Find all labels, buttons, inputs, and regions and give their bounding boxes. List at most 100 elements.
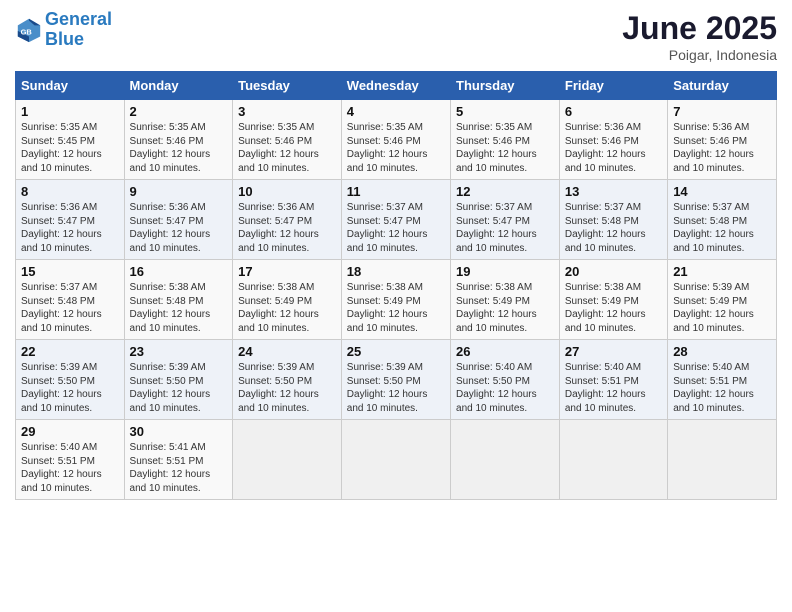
weekday-header-monday: Monday <box>124 72 233 100</box>
calendar-cell: 26 Sunrise: 5:40 AM Sunset: 5:50 PM Dayli… <box>451 340 560 420</box>
month-title: June 2025 <box>622 10 777 47</box>
day-number: 17 <box>238 264 336 279</box>
calendar-week-5: 29 Sunrise: 5:40 AM Sunset: 5:51 PM Dayli… <box>16 420 777 500</box>
calendar-cell: 21 Sunrise: 5:39 AM Sunset: 5:49 PM Dayli… <box>668 260 777 340</box>
day-info: Sunrise: 5:36 AM Sunset: 5:47 PM Dayligh… <box>238 201 336 255</box>
day-info: Sunrise: 5:36 AM Sunset: 5:46 PM Dayligh… <box>565 121 662 175</box>
calendar-cell <box>668 420 777 500</box>
day-number: 16 <box>130 264 228 279</box>
logo: GB General Blue <box>15 10 112 50</box>
day-info: Sunrise: 5:35 AM Sunset: 5:46 PM Dayligh… <box>347 121 445 175</box>
calendar-cell <box>451 420 560 500</box>
calendar-cell: 5 Sunrise: 5:35 AM Sunset: 5:46 PM Daylig… <box>451 100 560 180</box>
day-number: 19 <box>456 264 554 279</box>
logo-text: General Blue <box>45 10 112 50</box>
page-container: GB General Blue June 2025 Poigar, Indone… <box>0 0 792 510</box>
calendar-week-3: 15 Sunrise: 5:37 AM Sunset: 5:48 PM Dayli… <box>16 260 777 340</box>
calendar-cell: 19 Sunrise: 5:38 AM Sunset: 5:49 PM Dayli… <box>451 260 560 340</box>
day-number: 21 <box>673 264 771 279</box>
day-info: Sunrise: 5:35 AM Sunset: 5:46 PM Dayligh… <box>456 121 554 175</box>
calendar-cell: 28Sunrise: 5:40 AM Sunset: 5:51 PM Dayli… <box>668 340 777 420</box>
day-info: Sunrise: 5:39 AM Sunset: 5:50 PM Dayligh… <box>347 361 445 415</box>
day-info: Sunrise: 5:38 AM Sunset: 5:48 PM Dayligh… <box>130 281 228 335</box>
day-number: 30 <box>130 424 228 439</box>
day-info: Sunrise: 5:38 AM Sunset: 5:49 PM Dayligh… <box>565 281 662 335</box>
calendar-cell: 30 Sunrise: 5:41 AM Sunset: 5:51 PM Dayli… <box>124 420 233 500</box>
day-number: 5 <box>456 104 554 119</box>
day-info: Sunrise: 5:41 AM Sunset: 5:51 PM Dayligh… <box>130 441 228 495</box>
calendar-cell: 15 Sunrise: 5:37 AM Sunset: 5:48 PM Dayli… <box>16 260 125 340</box>
calendar-cell: 24Sunrise: 5:39 AM Sunset: 5:50 PM Dayli… <box>233 340 342 420</box>
calendar-cell: 23Sunrise: 5:39 AM Sunset: 5:50 PM Dayli… <box>124 340 233 420</box>
day-info: Sunrise: 5:37 AM Sunset: 5:47 PM Dayligh… <box>456 201 554 255</box>
calendar-cell: 4 Sunrise: 5:35 AM Sunset: 5:46 PM Daylig… <box>341 100 450 180</box>
day-number: 12 <box>456 184 554 199</box>
calendar-cell: 3Sunrise: 5:35 AM Sunset: 5:46 PM Daylig… <box>233 100 342 180</box>
day-info: Sunrise: 5:38 AM Sunset: 5:49 PM Dayligh… <box>238 281 336 335</box>
day-info: Sunrise: 5:39 AM Sunset: 5:50 PM Dayligh… <box>21 361 119 415</box>
calendar-cell: 18Sunrise: 5:38 AM Sunset: 5:49 PM Dayli… <box>341 260 450 340</box>
calendar-week-1: 1Sunrise: 5:35 AM Sunset: 5:45 PM Daylig… <box>16 100 777 180</box>
day-number: 7 <box>673 104 771 119</box>
day-info: Sunrise: 5:39 AM Sunset: 5:49 PM Dayligh… <box>673 281 771 335</box>
day-info: Sunrise: 5:36 AM Sunset: 5:47 PM Dayligh… <box>21 201 119 255</box>
svg-text:GB: GB <box>21 27 33 36</box>
day-info: Sunrise: 5:40 AM Sunset: 5:51 PM Dayligh… <box>673 361 771 415</box>
weekday-header-wednesday: Wednesday <box>341 72 450 100</box>
calendar-cell: 11 Sunrise: 5:37 AM Sunset: 5:47 PM Dayli… <box>341 180 450 260</box>
day-number: 27 <box>565 344 662 359</box>
day-info: Sunrise: 5:37 AM Sunset: 5:48 PM Dayligh… <box>565 201 662 255</box>
day-number: 20 <box>565 264 662 279</box>
day-number: 4 <box>347 104 445 119</box>
day-info: Sunrise: 5:40 AM Sunset: 5:51 PM Dayligh… <box>21 441 119 495</box>
calendar-cell: 12 Sunrise: 5:37 AM Sunset: 5:47 PM Dayli… <box>451 180 560 260</box>
calendar-week-4: 22 Sunrise: 5:39 AM Sunset: 5:50 PM Dayli… <box>16 340 777 420</box>
day-number: 29 <box>21 424 119 439</box>
day-info: Sunrise: 5:38 AM Sunset: 5:49 PM Dayligh… <box>456 281 554 335</box>
day-info: Sunrise: 5:37 AM Sunset: 5:47 PM Dayligh… <box>347 201 445 255</box>
calendar-cell: 2 Sunrise: 5:35 AM Sunset: 5:46 PM Daylig… <box>124 100 233 180</box>
calendar-cell <box>559 420 667 500</box>
calendar-cell: 29 Sunrise: 5:40 AM Sunset: 5:51 PM Dayli… <box>16 420 125 500</box>
calendar-cell <box>341 420 450 500</box>
day-number: 26 <box>456 344 554 359</box>
logo-line2: Blue <box>45 29 84 49</box>
calendar-cell: 7 Sunrise: 5:36 AM Sunset: 5:46 PM Daylig… <box>668 100 777 180</box>
day-info: Sunrise: 5:39 AM Sunset: 5:50 PM Dayligh… <box>130 361 228 415</box>
day-info: Sunrise: 5:36 AM Sunset: 5:47 PM Dayligh… <box>130 201 228 255</box>
day-number: 6 <box>565 104 662 119</box>
day-number: 8 <box>21 184 119 199</box>
day-info: Sunrise: 5:35 AM Sunset: 5:46 PM Dayligh… <box>238 121 336 175</box>
calendar-cell: 10 Sunrise: 5:36 AM Sunset: 5:47 PM Dayli… <box>233 180 342 260</box>
calendar-cell: 9 Sunrise: 5:36 AM Sunset: 5:47 PM Daylig… <box>124 180 233 260</box>
weekday-header-row: SundayMondayTuesdayWednesdayThursdayFrid… <box>16 72 777 100</box>
day-number: 15 <box>21 264 119 279</box>
calendar-cell: 8 Sunrise: 5:36 AM Sunset: 5:47 PM Daylig… <box>16 180 125 260</box>
day-number: 9 <box>130 184 228 199</box>
calendar-body: 1Sunrise: 5:35 AM Sunset: 5:45 PM Daylig… <box>16 100 777 500</box>
weekday-header-tuesday: Tuesday <box>233 72 342 100</box>
day-info: Sunrise: 5:39 AM Sunset: 5:50 PM Dayligh… <box>238 361 336 415</box>
weekday-header-sunday: Sunday <box>16 72 125 100</box>
calendar-cell: 6 Sunrise: 5:36 AM Sunset: 5:46 PM Daylig… <box>559 100 667 180</box>
day-info: Sunrise: 5:38 AM Sunset: 5:49 PM Dayligh… <box>347 281 445 335</box>
weekday-header-saturday: Saturday <box>668 72 777 100</box>
day-number: 13 <box>565 184 662 199</box>
weekday-header-thursday: Thursday <box>451 72 560 100</box>
day-number: 10 <box>238 184 336 199</box>
day-number: 22 <box>21 344 119 359</box>
calendar-cell: 17 Sunrise: 5:38 AM Sunset: 5:49 PM Dayli… <box>233 260 342 340</box>
day-info: Sunrise: 5:35 AM Sunset: 5:46 PM Dayligh… <box>130 121 228 175</box>
day-info: Sunrise: 5:36 AM Sunset: 5:46 PM Dayligh… <box>673 121 771 175</box>
calendar-cell: 1Sunrise: 5:35 AM Sunset: 5:45 PM Daylig… <box>16 100 125 180</box>
day-info: Sunrise: 5:37 AM Sunset: 5:48 PM Dayligh… <box>21 281 119 335</box>
day-number: 2 <box>130 104 228 119</box>
logo-line1: General <box>45 9 112 29</box>
day-info: Sunrise: 5:40 AM Sunset: 5:50 PM Dayligh… <box>456 361 554 415</box>
calendar-cell: 13 Sunrise: 5:37 AM Sunset: 5:48 PM Dayli… <box>559 180 667 260</box>
calendar-cell: 16 Sunrise: 5:38 AM Sunset: 5:48 PM Dayli… <box>124 260 233 340</box>
calendar-cell: 20 Sunrise: 5:38 AM Sunset: 5:49 PM Dayli… <box>559 260 667 340</box>
day-number: 25 <box>347 344 445 359</box>
title-block: June 2025 Poigar, Indonesia <box>622 10 777 63</box>
day-number: 11 <box>347 184 445 199</box>
